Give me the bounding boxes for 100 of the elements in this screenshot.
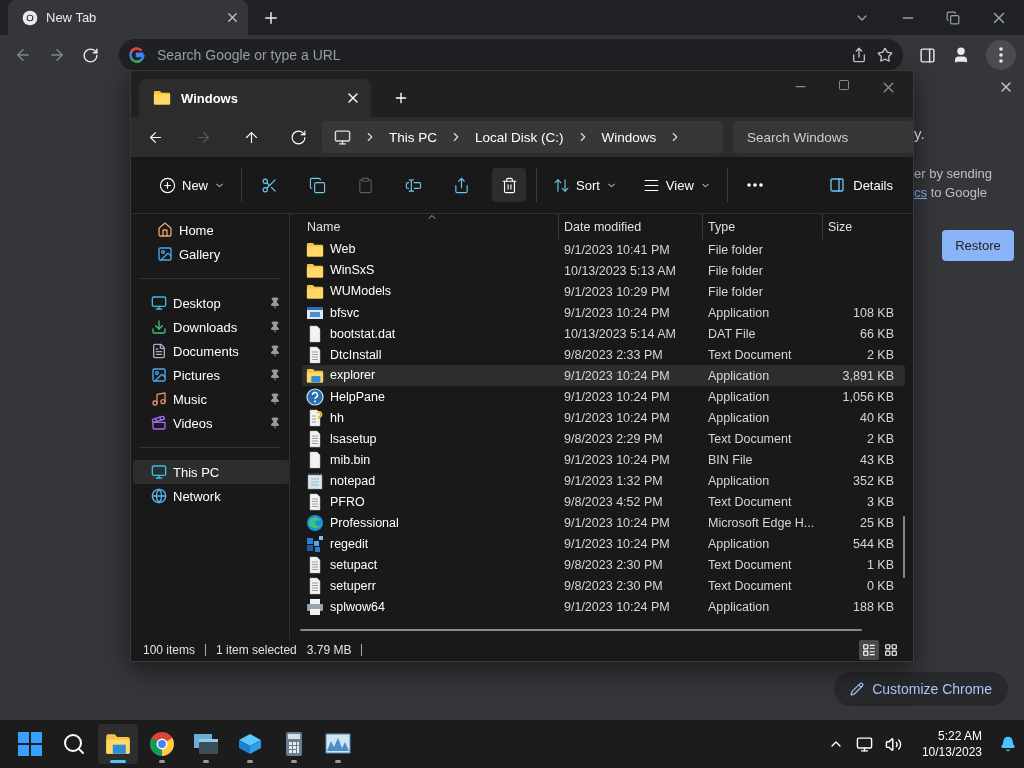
column-header[interactable]: Type bbox=[702, 214, 822, 239]
search-field[interactable]: Search Windows bbox=[733, 121, 913, 153]
file-row[interactable]: Professional 9/1/2023 10:24 PM Microsoft Edge H... 25 KB bbox=[302, 512, 905, 533]
breadcrumb-item[interactable]: Local Disk (C:) bbox=[475, 129, 564, 145]
file-row[interactable]: regedit 9/1/2023 10:24 PM Application 544 KB bbox=[302, 533, 905, 554]
sidebar-item[interactable]: Desktop bbox=[133, 291, 289, 315]
bookmark-icon[interactable] bbox=[877, 47, 893, 63]
size-cell-text: 2 KB bbox=[865, 431, 895, 446]
list-view-icon bbox=[862, 643, 876, 657]
restore-button[interactable]: Restore bbox=[942, 230, 1014, 261]
folder-icon bbox=[306, 367, 324, 384]
size-cell-text: 40 KB bbox=[858, 410, 895, 425]
picture-icon bbox=[151, 367, 167, 383]
file-row[interactable]: DtcInstall 9/8/2023 2:33 PM Text Document 2 KB bbox=[302, 344, 905, 365]
new-tab-icon[interactable] bbox=[393, 90, 409, 106]
file-row[interactable]: setupact 9/8/2023 2:30 PM Text Document 1 KB bbox=[302, 554, 905, 575]
reload-icon[interactable] bbox=[82, 46, 99, 64]
size-cell-text: 352 KB bbox=[852, 473, 895, 488]
explorer-tab[interactable]: Windows bbox=[139, 79, 371, 117]
sidebar-item[interactable]: Pictures bbox=[133, 363, 289, 387]
printer-icon bbox=[306, 597, 324, 616]
home-icon bbox=[157, 222, 173, 238]
help-icon bbox=[306, 387, 324, 406]
file-row[interactable]: hh 9/1/2023 10:24 PM Application 40 KB bbox=[302, 407, 905, 428]
side-panel-icon[interactable] bbox=[919, 46, 936, 64]
notification-icon[interactable] bbox=[1000, 736, 1016, 752]
type-cell-text: Application bbox=[707, 473, 771, 488]
column-header[interactable]: Name bbox=[302, 214, 558, 239]
type-cell-text: Application bbox=[707, 536, 771, 551]
details-button[interactable]: Details bbox=[823, 176, 899, 194]
file-row[interactable]: setuperr 9/8/2023 2:30 PM Text Document 0 KB bbox=[302, 575, 905, 596]
tab-title: Windows bbox=[181, 90, 239, 106]
text-file-icon bbox=[306, 576, 324, 595]
file-row[interactable]: bfsvc 9/1/2023 10:24 PM Application 108 KB bbox=[302, 302, 905, 323]
breadcrumb-item[interactable]: This PC bbox=[389, 129, 437, 145]
profile-icon[interactable] bbox=[952, 46, 970, 64]
panel-link[interactable]: cs bbox=[914, 185, 927, 200]
type-cell-text: Application bbox=[707, 368, 771, 383]
file-row[interactable]: mib.bin 9/1/2023 10:24 PM BIN File 43 KB bbox=[302, 449, 905, 470]
column-header[interactable]: Size bbox=[822, 214, 898, 239]
sidebar-item[interactable]: Home bbox=[131, 218, 289, 242]
date-cell-text: 9/1/2023 10:24 PM bbox=[563, 389, 671, 404]
file-row[interactable]: notepad 9/1/2023 1:32 PM Application 352 KB bbox=[302, 470, 905, 491]
address-bar[interactable]: Search Google or type a URL bbox=[119, 39, 903, 71]
file-row[interactable]: WUModels 9/1/2023 10:29 PM File folder bbox=[302, 281, 905, 302]
size-cell-text: 2 KB bbox=[865, 347, 895, 362]
file-name: Web bbox=[330, 242, 356, 257]
sidebar-item[interactable]: Gallery bbox=[131, 242, 289, 266]
close-icon[interactable] bbox=[225, 10, 240, 25]
file-name: explorer bbox=[330, 368, 376, 383]
type-cell-text: Application bbox=[707, 389, 771, 404]
size-cell-text: 1 KB bbox=[865, 557, 895, 572]
forward-icon[interactable] bbox=[48, 46, 66, 64]
taskbar-app[interactable] bbox=[98, 724, 138, 764]
sidebar-item[interactable]: This PC bbox=[133, 460, 289, 484]
desktop-icon bbox=[151, 295, 167, 311]
maximize-icon[interactable] bbox=[838, 79, 850, 91]
sidebar-item[interactable]: Music bbox=[133, 387, 289, 411]
clock[interactable]: 5:22 AM 10/13/2023 bbox=[921, 728, 982, 760]
size-cell-text: 25 KB bbox=[858, 515, 895, 530]
scrollbar[interactable] bbox=[903, 516, 905, 578]
pencil-icon bbox=[850, 682, 865, 696]
file-row[interactable]: PFRO 9/8/2023 4:52 PM Text Document 3 KB bbox=[302, 491, 905, 512]
file-name: Professional bbox=[330, 515, 399, 530]
breadcrumb-item[interactable]: Windows bbox=[601, 129, 657, 145]
toolbar-button[interactable]: New bbox=[153, 168, 231, 202]
file-row[interactable]: bootstat.dat 10/13/2023 5:14 AM DAT File 66 KB bbox=[302, 323, 905, 344]
file-name: bootstat.dat bbox=[330, 326, 396, 341]
file-row[interactable]: HelpPane 9/1/2023 10:24 PM Application 1,056 KB bbox=[302, 386, 905, 407]
address-bar[interactable]: This PC Local Disk (C:) Windows bbox=[322, 121, 723, 153]
clock-time: 5:22 AM bbox=[937, 728, 982, 744]
toolbar-button[interactable]: View bbox=[636, 168, 717, 202]
share-icon[interactable] bbox=[851, 47, 867, 63]
view-mode-button[interactable] bbox=[859, 640, 879, 660]
delete-button[interactable] bbox=[492, 168, 526, 202]
restore-icon[interactable] bbox=[946, 10, 960, 25]
notepad-icon bbox=[306, 471, 324, 490]
customize-chrome-button[interactable]: Customize Chrome bbox=[834, 672, 1008, 706]
sidebar-item[interactable]: Videos bbox=[133, 411, 289, 435]
scrollbar[interactable] bbox=[300, 629, 862, 631]
sidebar-item[interactable]: Documents bbox=[133, 339, 289, 363]
registry-icon bbox=[306, 534, 324, 553]
menu-button[interactable] bbox=[986, 40, 1016, 70]
menu-icon bbox=[999, 47, 1003, 63]
network-icon[interactable] bbox=[855, 735, 873, 753]
file-row[interactable]: splwow64 9/1/2023 10:24 PM Application 188 KB bbox=[302, 596, 905, 617]
file-row[interactable]: WinSxS 10/13/2023 5:13 AM File folder bbox=[302, 260, 905, 281]
column-header[interactable]: Date modified bbox=[558, 214, 702, 239]
sidebar-item[interactable]: Downloads bbox=[133, 315, 289, 339]
size-cell-text: 3,891 KB bbox=[841, 368, 895, 383]
more-icon bbox=[746, 183, 763, 187]
sidebar-item[interactable]: Network bbox=[133, 484, 289, 508]
file-row[interactable]: explorer 9/1/2023 10:24 PM Application 3,891 KB bbox=[302, 365, 905, 386]
date-cell-text: 9/8/2023 2:30 PM bbox=[563, 557, 664, 572]
file-row[interactable]: lsasetup 9/8/2023 2:29 PM Text Document 2 KB bbox=[302, 428, 905, 449]
toolbar-button[interactable]: Sort bbox=[547, 168, 623, 202]
browser-tab[interactable]: New Tab bbox=[8, 0, 248, 35]
back-icon[interactable] bbox=[14, 46, 32, 64]
volume-icon[interactable] bbox=[884, 735, 902, 753]
file-row[interactable]: Web 9/1/2023 10:41 PM File folder bbox=[302, 239, 905, 260]
